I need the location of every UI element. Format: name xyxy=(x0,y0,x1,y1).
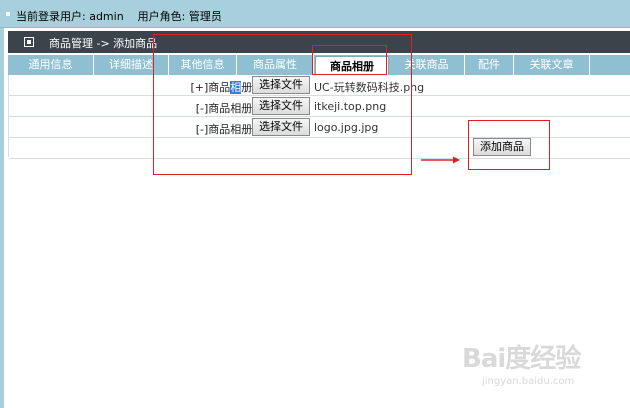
tab-accessories[interactable]: 配件 xyxy=(465,55,514,75)
watermark-url: jingyan.baidu.com xyxy=(482,376,575,387)
watermark-brand: Bai度经验 xyxy=(462,344,581,374)
user-role-text: 用户角色: 管理员 xyxy=(137,10,222,23)
breadcrumb: 商品管理 -> 添加商品 xyxy=(49,37,158,50)
current-user-text: 当前登录用户: admin xyxy=(16,10,124,23)
annotation-box-submit xyxy=(468,120,550,170)
annotation-arrow-icon xyxy=(421,156,460,164)
baidu-jingyan-watermark: Bai度经验 jingyan.baidu.com xyxy=(462,338,622,398)
top-status-bar: 当前登录用户: admin 用户角色: 管理员 xyxy=(0,0,630,28)
bullet-icon xyxy=(6,12,10,16)
tab-general-info[interactable]: 通用信息 xyxy=(8,55,94,75)
square-bullet-icon xyxy=(24,37,34,47)
login-info: 当前登录用户: admin 用户角色: 管理员 xyxy=(16,8,222,24)
left-frame-strip xyxy=(0,28,4,408)
tab-related-articles[interactable]: 关联文章 xyxy=(514,55,590,75)
annotation-box-gallery xyxy=(153,34,412,175)
